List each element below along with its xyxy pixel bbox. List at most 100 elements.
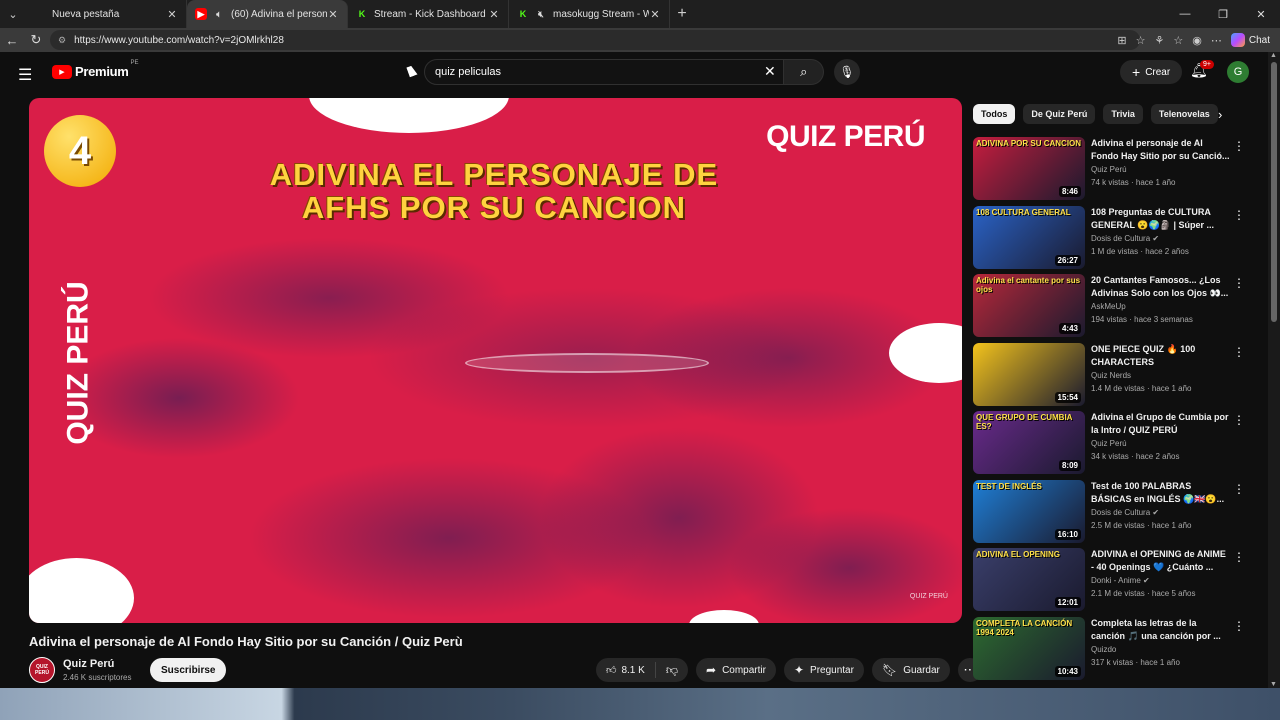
related-video-title[interactable]: Adivina el personaje de Al Fondo Hay Sit… (1091, 137, 1231, 163)
related-video-channel[interactable]: Dosis de Cultura ✔︎ (1091, 234, 1231, 243)
related-video-meta: 74 k vistas · hace 1 año (1091, 178, 1176, 187)
related-video-channel[interactable]: Dosis de Cultura ✔︎ (1091, 508, 1231, 517)
more-menu-icon[interactable]: ⋯ (1211, 34, 1222, 47)
muted-speaker-icon[interactable]: 🔇︎ (535, 8, 547, 20)
save-button[interactable]: 🔖︎ Guardar (871, 658, 950, 682)
chip-telenovelas[interactable]: Telenovelas (1150, 104, 1218, 124)
tab-label: Nueva pestaña (52, 8, 120, 20)
portal-ring-graphic (465, 353, 709, 373)
more-options-icon[interactable]: ⋮ (1233, 208, 1245, 222)
related-video-item[interactable]: Adivina el cantante por sus ojos 4:43 20 C… (973, 274, 1258, 343)
video-thumbnail[interactable]: ADIVINA POR SU CANCION 8:46 (973, 137, 1085, 200)
more-options-icon[interactable]: ⋮ (1233, 413, 1245, 427)
related-video-title[interactable]: 20 Cantantes Famosos... ¿Los Adivinas So… (1091, 274, 1231, 300)
video-thumbnail[interactable]: QUE GRUPO DE CUMBIA ES? 8:09 (973, 411, 1085, 474)
related-video-channel[interactable]: Donki - Anime ✔︎ (1091, 576, 1231, 585)
video-thumbnail[interactable]: 15:54 (973, 342, 1085, 406)
browser-tab-new[interactable]: Nueva pestaña ✕ (26, 0, 187, 28)
related-video-title[interactable]: ADIVINA el OPENING de ANIME - 40 Opening… (1091, 548, 1231, 574)
related-video-title[interactable]: ONE PIECE QUIZ 🔥 100 CHARACTERS (1091, 343, 1231, 369)
video-thumbnail[interactable]: ADIVINA EL OPENING 12:01 (973, 548, 1085, 611)
account-avatar[interactable]: G (1227, 61, 1249, 83)
video-thumbnail[interactable]: COMPLETA LA CANCIÓN 1994 2024 10:43 (973, 616, 1085, 680)
page-scrollbar[interactable]: ▲ ▼ (1268, 52, 1280, 688)
more-options-icon[interactable]: ⋮ (1233, 139, 1245, 153)
more-options-icon[interactable]: ⋮ (1233, 345, 1245, 359)
channel-avatar[interactable]: QUIZ PERÚ (29, 657, 55, 683)
video-actions: 👍︎ 8.1 K 👎︎ ➦ Compartir ✦ Preguntar 🔖︎ G… (596, 658, 982, 682)
related-video-channel[interactable]: Quiz Nerds (1091, 371, 1231, 380)
channel-watermark[interactable]: QUIZ PERÚ (910, 593, 948, 601)
youtube-logo[interactable]: ▶ Premium PE (52, 60, 139, 79)
chip-trivia[interactable]: Trivia (1103, 104, 1143, 124)
video-player[interactable]: 4 QUIZ PERÚ ADIVINA EL PERSONAJE DE AFHS… (29, 98, 962, 623)
more-options-icon[interactable]: ⋮ (1233, 276, 1245, 290)
search-button[interactable]: ⌕ (784, 59, 824, 85)
tab-close-icon[interactable]: ✕ (327, 8, 339, 21)
reload-icon[interactable]: ↻ (24, 28, 48, 52)
create-button[interactable]: + Crear (1120, 60, 1183, 84)
chevron-right-icon[interactable]: › (1218, 107, 1222, 122)
extensions-icon[interactable]: ⚘ (1155, 34, 1165, 47)
related-video-item[interactable]: ADIVINA EL OPENING 12:01 ADIVINA el OPENIN… (973, 548, 1258, 617)
channel-name[interactable]: Quiz Perú (63, 658, 131, 670)
tab-close-icon[interactable]: ✕ (649, 8, 661, 21)
favorite-star-icon[interactable]: ☆ (1136, 34, 1146, 47)
chip-all[interactable]: Todos (973, 104, 1016, 124)
chip-from-channel[interactable]: De Quiz Perú (1023, 104, 1096, 124)
browser-tab-kick-stream[interactable]: K 🔇︎ masokugg Stream - Watch Live ✕ (509, 0, 670, 28)
tab-close-icon[interactable]: ✕ (166, 8, 178, 21)
url-field[interactable]: ⚙ https://www.youtube.com/watch?v=2jOMlr… (50, 30, 1140, 50)
kick-icon: K (358, 9, 366, 19)
speaker-icon[interactable]: 🔈︎ (213, 8, 225, 20)
notifications-bell-icon[interactable]: 🔔︎ 9+ (1190, 60, 1214, 79)
more-options-icon[interactable]: ⋮ (1233, 550, 1245, 564)
ask-button[interactable]: ✦ Preguntar (783, 658, 864, 682)
scroll-down-icon[interactable]: ▼ (1270, 681, 1277, 688)
related-video-channel[interactable]: AskMeUp (1091, 302, 1231, 311)
related-video-title[interactable]: 108 Preguntas de CULTURA GENERAL 😮🌍🗿 | S… (1091, 206, 1231, 232)
related-video-channel[interactable]: Quiz Perú (1091, 165, 1231, 174)
more-options-icon[interactable]: ⋮ (1233, 619, 1245, 633)
dislike-button[interactable]: 👎︎ (656, 663, 688, 678)
search-input[interactable]: quiz peliculas (424, 59, 785, 85)
tab-search-chevron-icon[interactable]: ⌄ (0, 0, 26, 28)
site-info-icon[interactable]: ⚙ (58, 35, 66, 46)
related-video-item[interactable]: 108 CULTURA GENERAL 26:27 108 Preguntas de… (973, 205, 1258, 275)
new-tab-plus-icon[interactable]: + (670, 0, 694, 28)
video-thumbnail[interactable]: 108 CULTURA GENERAL 26:27 (973, 205, 1085, 269)
related-video-channel[interactable]: Quizdo (1091, 645, 1231, 654)
related-video-channel[interactable]: Quiz Perú (1091, 439, 1231, 448)
like-button[interactable]: 👍︎ 8.1 K (596, 662, 656, 678)
related-video-title[interactable]: Adivina el Grupo de Cumbia por la Intro … (1091, 411, 1231, 437)
related-video-title[interactable]: Completa las letras de la canción 🎵 una … (1091, 617, 1231, 643)
chat-button[interactable]: Chat (1230, 33, 1270, 47)
menu-hamburger-icon[interactable]: ☰ (18, 65, 32, 85)
tab-close-icon[interactable]: ✕ (488, 8, 500, 21)
collections-icon[interactable]: ☆ (1173, 34, 1183, 47)
voice-search-mic-icon[interactable]: 🎙︎ (834, 59, 860, 85)
share-button[interactable]: ➦ Compartir (696, 658, 776, 682)
scroll-up-icon[interactable]: ▲ (1270, 52, 1277, 59)
related-video-item[interactable]: COMPLETA LA CANCIÓN 1994 2024 10:43 Comple… (973, 616, 1258, 686)
video-thumbnail[interactable]: Adivina el cantante por sus ojos 4:43 (973, 274, 1085, 337)
subscribe-button[interactable]: Suscribirse (150, 658, 227, 682)
more-options-icon[interactable]: ⋮ (1233, 482, 1245, 496)
close-window-icon[interactable]: ✕ (1242, 0, 1280, 28)
related-video-item[interactable]: QUE GRUPO DE CUMBIA ES? 8:09 Adivina el Gr… (973, 411, 1258, 480)
minimize-icon[interactable]: — (1166, 0, 1204, 28)
related-video-title[interactable]: Test de 100 PALABRAS BÁSICAS en INGLÉS 🌍… (1091, 480, 1231, 506)
related-video-item[interactable]: TEST DE INGLÉS 16:10 Test de 100 PALABRAS … (973, 479, 1258, 549)
back-arrow-icon[interactable]: ← (0, 28, 24, 52)
clear-search-icon[interactable]: ✕ (764, 63, 776, 80)
restore-icon[interactable]: ❐ (1204, 0, 1242, 28)
browser-tab-youtube[interactable]: ▶ 🔈︎ (60) Adivina el personaje de Al Fon… (187, 0, 348, 28)
channel-name: Dosis de Cultura (1091, 507, 1151, 517)
profile-icon[interactable]: ◉ (1192, 34, 1202, 47)
browser-tab-kick-dashboard[interactable]: K Stream - Kick Dashboard ✕ (348, 0, 509, 28)
scrollbar-thumb[interactable] (1271, 62, 1277, 322)
related-video-item[interactable]: 15:54 ONE PIECE QUIZ 🔥 100 CHARACTERS Quiz… (973, 342, 1258, 412)
related-video-item[interactable]: ADIVINA POR SU CANCION 8:46 Adivina el per… (973, 137, 1258, 206)
app-install-icon[interactable]: ⊞ (1117, 34, 1126, 47)
video-thumbnail[interactable]: TEST DE INGLÉS 16:10 (973, 479, 1085, 543)
